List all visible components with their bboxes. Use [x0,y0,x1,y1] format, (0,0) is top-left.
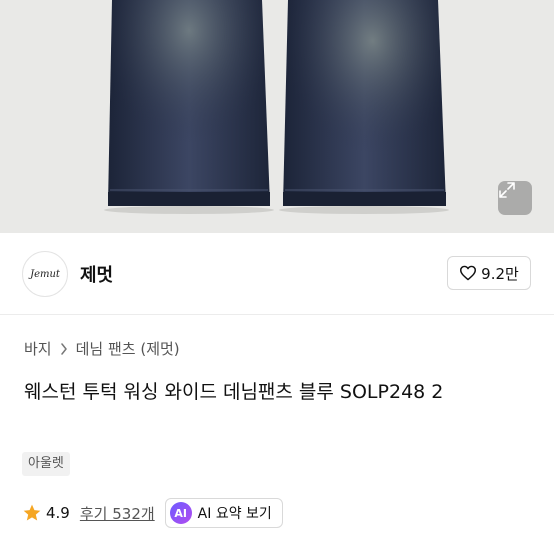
review-count-link[interactable]: 후기 532개 [80,503,155,524]
rating-row: 4.9 후기 532개 AI AI 요약 보기 [22,498,283,528]
breadcrumb: 바지 데님 팬츠 (제멋) [24,338,180,359]
product-image[interactable] [0,0,554,233]
like-button[interactable]: 9.2만 [447,256,531,290]
brand-name[interactable]: 제멋 [80,261,113,287]
rating-value: 4.9 [46,504,70,522]
brand-logo[interactable]: Jemut [22,251,68,297]
heart-icon [460,265,477,281]
brand-logo-text: Jemut [30,268,60,280]
denim-pants-illustration [0,0,554,233]
brand-row: Jemut 제멋 9.2만 [0,233,554,315]
expand-icon [499,182,515,198]
expand-image-button[interactable] [498,181,532,215]
product-title: 웨스턴 투턱 워싱 와이드 데님팬츠 블루 SOLP248 2 [24,381,444,403]
chevron-right-icon [60,342,67,355]
outlet-tag: 아울렛 [22,452,70,476]
like-count: 9.2만 [481,264,519,283]
star-icon [23,504,41,521]
breadcrumb-item-denim[interactable]: 데님 팬츠 (제멋) [76,338,180,359]
ai-summary-button[interactable]: AI AI 요약 보기 [164,498,283,528]
breadcrumb-item-pants[interactable]: 바지 [24,338,52,359]
ai-summary-label: AI 요약 보기 [197,506,272,522]
ai-badge-icon: AI [169,502,192,524]
